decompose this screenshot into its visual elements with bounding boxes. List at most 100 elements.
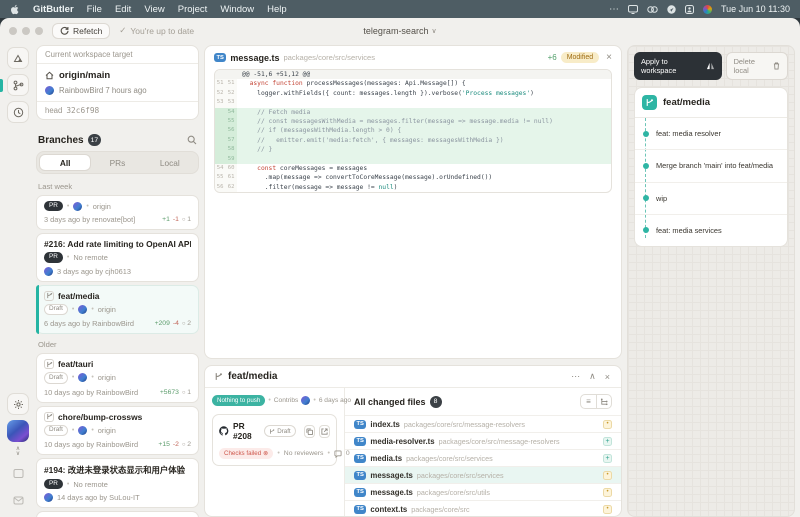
commit-row[interactable]: feat: media services [635, 215, 787, 246]
branches-filter-tab[interactable]: PRs [91, 154, 143, 171]
project-switcher-chevrons[interactable]: ∧ ∨ [16, 446, 20, 457]
stack-panel: Apply to workspace Delete local feat/med… [627, 45, 795, 517]
push-status-pill: Nothing to push [212, 395, 266, 406]
menubar-item[interactable]: File [87, 4, 102, 15]
branch-updated-text: 6 days ago by RainbowBird [44, 319, 134, 329]
close-panel-icon[interactable]: × [603, 372, 612, 382]
changed-file-row[interactable]: TS context.ts packages/core/src [345, 500, 621, 516]
branch-list: Last week • • [36, 179, 199, 517]
branch-list-item[interactable]: dev/docs • • origin a mo ago by RainbowB… [36, 511, 199, 517]
commit-row[interactable]: feat: media resolver [635, 118, 787, 151]
search-icon[interactable] [187, 135, 197, 145]
tree-view-icon[interactable] [596, 395, 611, 408]
ellipsis-icon[interactable]: ⋯ [609, 4, 619, 15]
display-icon[interactable] [627, 4, 638, 14]
stack-branch-name: feat/media [663, 97, 710, 108]
workspace-logo-icon [706, 62, 715, 70]
branch-list-item[interactable]: #216: Add rate limiting to OpenAI API re… [36, 233, 199, 282]
workspace-target-card[interactable]: Current workspace target origin/main Rai… [36, 45, 199, 120]
project-avatar[interactable] [7, 420, 29, 442]
changed-file-name: message.ts [370, 470, 413, 480]
copy-pr-link-button[interactable] [303, 424, 315, 438]
branch-list-item[interactable]: Older • • [36, 337, 199, 350]
commit-row[interactable]: wip [635, 183, 787, 215]
refetch-button[interactable]: Refetch [52, 22, 111, 39]
branch-list-item[interactable]: chore/bump-crossws Draft • • origin 10 d… [36, 405, 199, 456]
changed-file-row[interactable]: TS message.ts packages/core/src/utils [345, 483, 621, 500]
changed-file-row[interactable]: TS media-resolver.ts packages/core/src/m… [345, 432, 621, 449]
changed-file-row[interactable]: TS media.ts packages/core/src/services [345, 449, 621, 466]
changed-files-count: 8 [429, 395, 442, 408]
trash-icon [773, 62, 780, 70]
settings-gear-button[interactable] [7, 393, 29, 415]
branch-box-icon [44, 411, 54, 422]
menubar-item[interactable]: Project [178, 4, 208, 15]
menubar-item[interactable]: Edit [115, 4, 131, 15]
feedback-mail-icon[interactable] [7, 489, 29, 511]
list-view-icon[interactable]: ≡ [581, 395, 596, 408]
open-pr-external-button[interactable] [318, 424, 331, 438]
image-panel-icon[interactable] [7, 462, 29, 484]
commit-row[interactable]: Merge branch 'main' into feat/media [635, 150, 787, 183]
remote-label: origin [97, 425, 116, 435]
changed-file-name: media-resolver.ts [370, 436, 435, 446]
project-selector[interactable]: telegram-search ∨ [363, 26, 436, 36]
target-view-button[interactable] [7, 47, 29, 69]
file-status-icon [603, 453, 612, 463]
menubar-item[interactable]: View [144, 4, 164, 15]
diff-line: @@ -51,6 +51,12 @@ [215, 70, 611, 80]
diff-view[interactable]: @@ -51,6 +51,12 @@ 51 51 async function … [214, 69, 612, 194]
modified-badge: Modified [560, 52, 600, 63]
status-pill: PR [44, 201, 63, 212]
branches-title: Branches [38, 134, 84, 146]
branch-title: #216: Add rate limiting to OpenAI API re… [44, 239, 191, 250]
more-options-icon[interactable]: ⋯ [569, 371, 582, 382]
branch-title: feat/media [58, 290, 100, 301]
changed-files-title: All changed files [354, 396, 426, 407]
branch-list-item[interactable]: feat/tauri Draft • • origin 10 days ago … [36, 353, 199, 403]
branches-filter-tab[interactable]: Local [144, 154, 196, 171]
remote-label: origin [92, 201, 111, 211]
menubar-item[interactable]: Window [220, 4, 254, 15]
location-icon[interactable] [667, 4, 676, 14]
branch-list-item[interactable]: feat/media Draft • • origin 6 days ago b… [36, 284, 199, 335]
workspace-view-button[interactable] [0, 74, 29, 96]
typescript-file-icon: TS [354, 436, 367, 446]
changed-file-name: message.ts [370, 487, 413, 497]
apply-label: Apply to workspace [641, 57, 677, 75]
close-window-button[interactable] [9, 26, 17, 35]
close-preview-icon[interactable]: × [606, 52, 612, 63]
changed-file-path: packages/core/src/message-resolvers [438, 436, 560, 446]
menubar-clock[interactable]: Tue Jun 10 11:30 [721, 4, 790, 14]
menubar-item[interactable]: Help [267, 4, 287, 15]
sync-status: ✓ You're up to date [119, 25, 194, 36]
remote-label: origin [97, 305, 116, 315]
branch-list-item[interactable]: #194: 改进未登录状态显示和用户体验 PR • • No remote 14… [36, 458, 199, 509]
zoom-window-button[interactable] [35, 26, 43, 35]
diff-line: 53 53 [215, 98, 611, 108]
remote-label: No remote [73, 253, 108, 263]
branch-list-item[interactable]: Last week • • [36, 179, 199, 192]
collapse-icon[interactable]: ∧ [587, 371, 598, 382]
photos-icon[interactable] [702, 4, 712, 14]
apply-to-workspace-button[interactable]: Apply to workspace [634, 52, 722, 80]
minimize-window-button[interactable] [22, 26, 30, 35]
history-view-button[interactable] [7, 101, 29, 123]
branches-filter-tab[interactable]: All [39, 154, 92, 171]
menubar-app-name[interactable]: GitButler [33, 4, 74, 15]
apple-logo-icon[interactable] [10, 4, 20, 15]
pull-request-card[interactable]: PR #208 Draft Checks failed ⊗ • No revie… [212, 414, 350, 466]
changed-file-row[interactable]: TS message.ts packages/core/src/services [345, 466, 621, 483]
delete-local-button[interactable]: Delete local [725, 52, 788, 80]
diff-line: 57 // emitter.emit('media:fetch', { mess… [215, 135, 611, 146]
diff-line: 52 52 logger.withFields({ count: message… [215, 88, 534, 99]
shortcuts-icon[interactable] [647, 5, 658, 14]
refetch-label: Refetch [73, 25, 103, 36]
diff-line: 56 62 .filter(message => message != null… [215, 182, 398, 193]
user-switch-icon[interactable] [684, 4, 694, 14]
checks-failed-pill[interactable]: Checks failed ⊗ [219, 448, 274, 459]
changed-file-row[interactable]: TS index.ts packages/core/src/message-re… [345, 415, 621, 432]
stack-branch-card[interactable]: feat/media feat: media resolver Merge br… [634, 87, 788, 247]
branch-list-item[interactable]: PR • • origin 3 days ago by renovate[bot… [36, 195, 199, 231]
avatar [301, 396, 311, 405]
